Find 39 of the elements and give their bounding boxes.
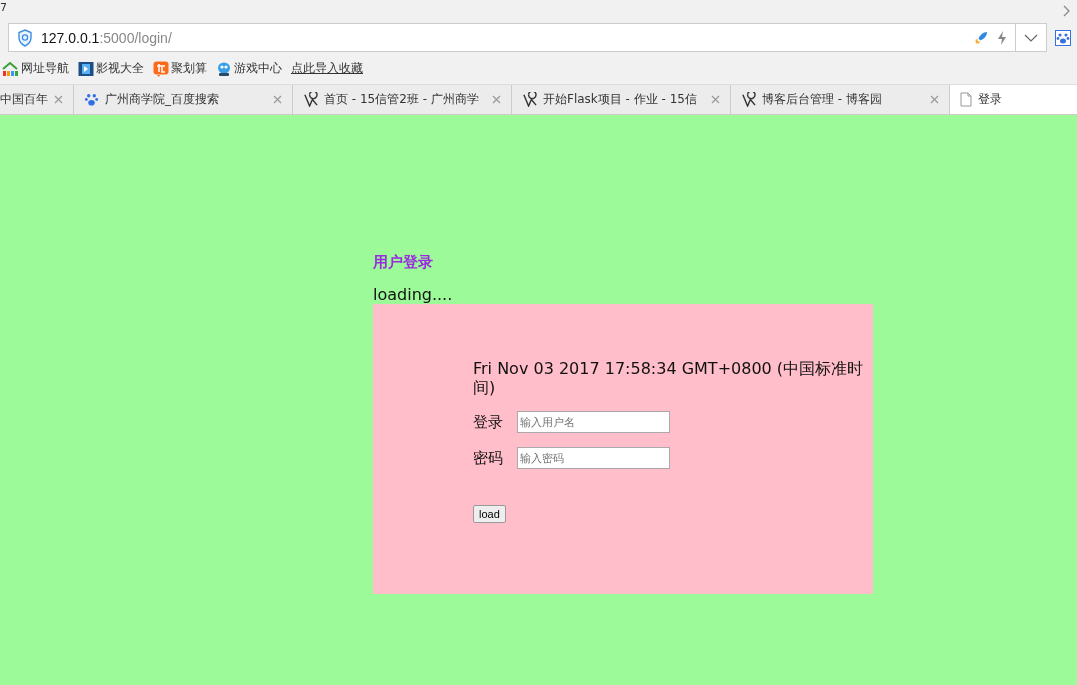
page-heading: 用户登录 (373, 253, 434, 272)
shield-icon (17, 28, 33, 47)
close-icon[interactable] (492, 95, 501, 104)
lightning-icon[interactable] (997, 29, 1007, 46)
bookmark-link[interactable]: 聚划算 (171, 60, 207, 77)
input-field[interactable]: 输入用户名 (517, 411, 670, 433)
house-icon[interactable] (1, 60, 19, 77)
browser-tab[interactable]: 首页 - 15信管2班 - 广州商学 (293, 85, 512, 114)
dropdown-icon[interactable] (1024, 32, 1038, 43)
close-icon[interactable] (711, 95, 720, 104)
browser-tab[interactable]: 中国百年 (0, 85, 74, 114)
bookmark-link[interactable]: 点此导入收藏 (291, 60, 363, 77)
site-logo-icon (303, 92, 318, 107)
field-label: 登录 (473, 412, 503, 432)
url-text: 127.0.0.1:5000/login/ (41, 29, 173, 46)
browser-tab[interactable]: 开始Flask项目 - 作业 - 15信 (512, 85, 731, 114)
field-label: 密码 (473, 448, 503, 468)
browser-tab[interactable]: 广州商学院_百度搜索 (74, 85, 293, 114)
bookmark-link[interactable]: 游戏中心 (234, 60, 282, 77)
bookmark-link[interactable]: 网址导航 (21, 60, 69, 77)
close-icon[interactable] (54, 95, 63, 104)
close-icon[interactable] (930, 95, 939, 104)
chevron-right-icon[interactable] (1063, 5, 1071, 17)
input-field[interactable]: 输入密码 (517, 447, 670, 469)
site-logo-icon (522, 92, 537, 107)
page-icon (960, 92, 972, 107)
address-bar[interactable]: 127.0.0.1:5000/login/ (8, 23, 1047, 52)
paw-icon (84, 92, 99, 107)
site-logo-icon (741, 92, 756, 107)
film-icon[interactable] (78, 60, 94, 77)
load-button[interactable]: load (473, 505, 506, 523)
bookmark-link[interactable]: 影视大全 (96, 60, 144, 77)
browser-tab[interactable]: 博客后台管理 - 博客园 (731, 85, 950, 114)
browser-tab[interactable]: 登录 (950, 85, 1077, 114)
paw-icon[interactable] (1055, 29, 1071, 46)
title-fragment: 7 (0, 0, 7, 14)
date-time-text: Fri Nov 03 2017 17:58:34 GMT+0800 (中国标准时间) (473, 359, 865, 397)
status-text: loading.... (373, 286, 454, 304)
close-icon[interactable] (273, 95, 282, 104)
